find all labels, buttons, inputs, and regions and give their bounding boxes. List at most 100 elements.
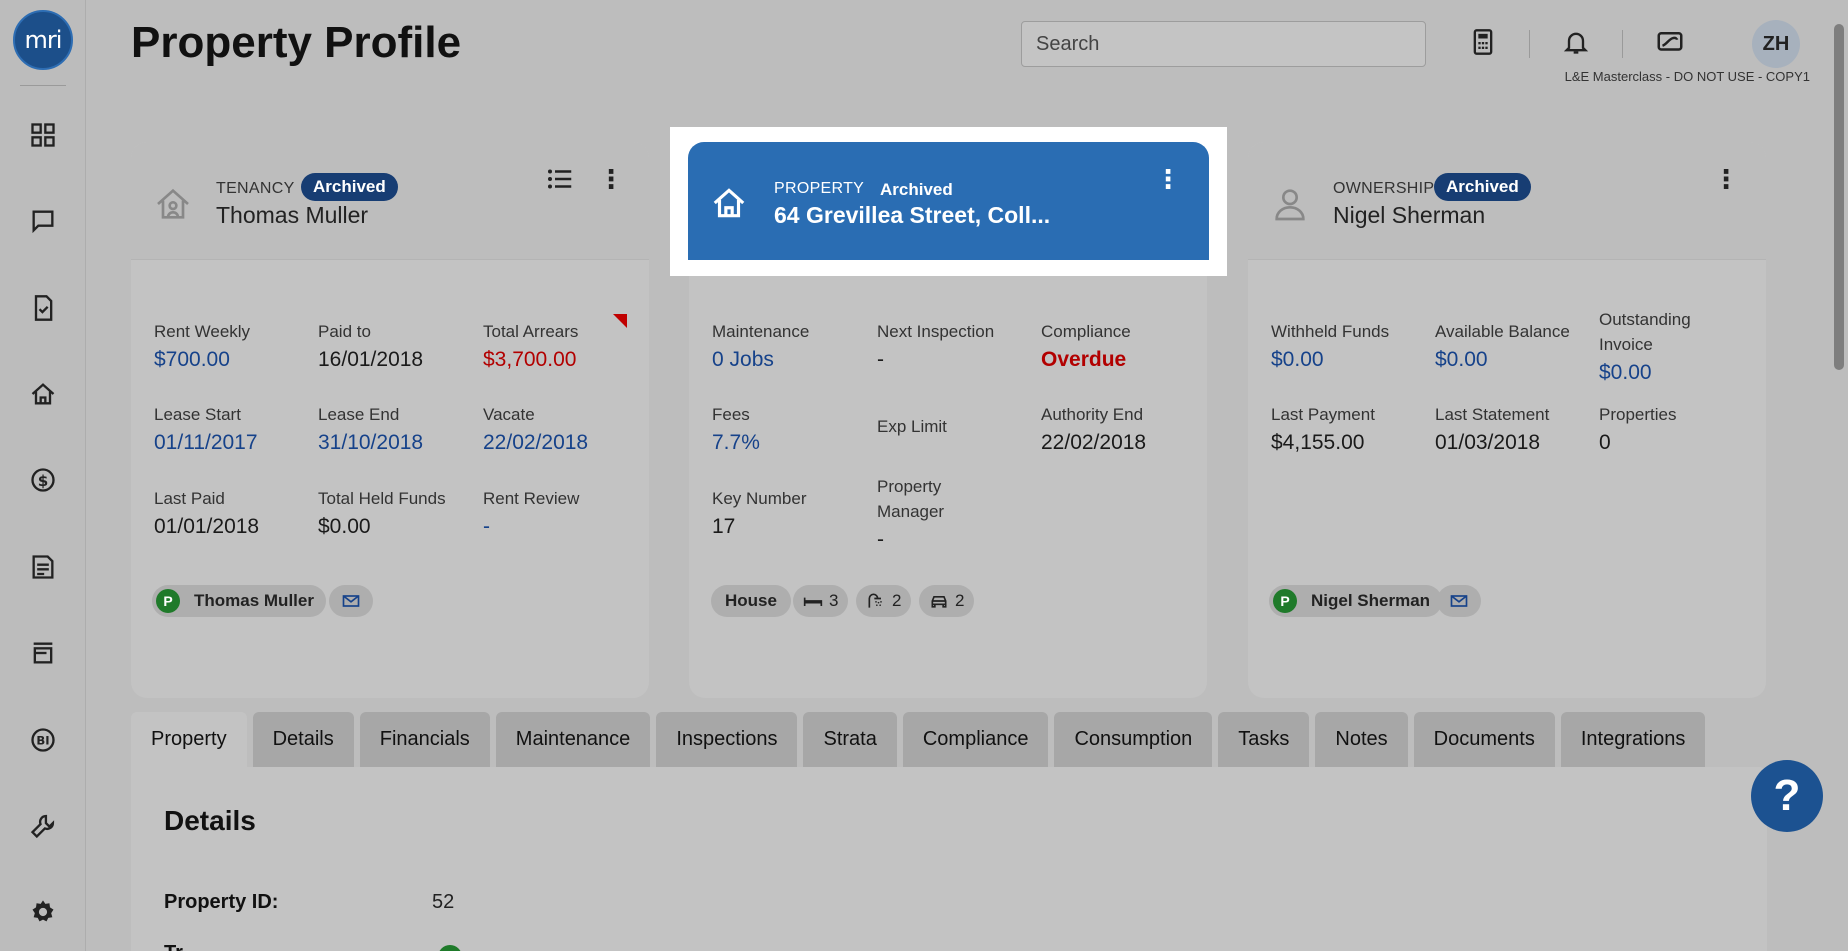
paid-to: Paid to 16/01/2018 <box>318 319 423 372</box>
owner-name[interactable]: Nigel Sherman <box>1333 202 1485 229</box>
bedrooms-chip: 3 <box>793 585 849 617</box>
field-label: Rent Review <box>483 489 580 508</box>
available-balance: Available Balance $0.00 <box>1435 319 1570 372</box>
field-label: Rent Weekly <box>154 322 251 341</box>
details-panel: Details Property ID: 52 Tr... <box>131 767 1767 951</box>
tab-integrations[interactable]: Integrations <box>1560 712 1706 767</box>
scrollbar-thumb[interactable] <box>1834 24 1844 370</box>
tab-compliance[interactable]: Compliance <box>902 712 1049 767</box>
tab-strata[interactable]: Strata <box>803 712 897 767</box>
field-label: Authority End <box>1041 405 1144 424</box>
field-value: $4,155.00 <box>1271 431 1365 454</box>
svg-text:BI: BI <box>36 734 49 748</box>
tab-notes[interactable]: Notes <box>1315 712 1408 767</box>
more-menu-icon[interactable]: ⋮ <box>1154 162 1182 196</box>
property-address[interactable]: 64 Grevillea Street, Coll... <box>774 202 1050 229</box>
property-home-icon <box>713 188 745 218</box>
ownership-card: OWNERSHIP Archived Nigel Sherman ⋮ Withh… <box>1248 142 1766 698</box>
tab-maintenance[interactable]: Maintenance <box>495 712 651 767</box>
tab-inspections[interactable]: Inspections <box>656 712 798 767</box>
field-label: Fees <box>712 405 750 424</box>
tenant-email-button[interactable] <box>329 585 373 617</box>
mri-logo[interactable]: mri <box>13 10 73 70</box>
search-input[interactable] <box>1021 21 1426 67</box>
listings-icon[interactable] <box>25 635 61 671</box>
messages-icon[interactable] <box>25 203 61 239</box>
property-type-chip: House <box>711 585 791 617</box>
field-label: Available Balance <box>1435 322 1570 341</box>
help-button[interactable]: ? <box>1751 760 1823 832</box>
field-value[interactable]: - <box>483 515 579 539</box>
settings-icon[interactable] <box>25 894 61 930</box>
vacate: Vacate 22/02/2018 <box>483 402 588 455</box>
shower-icon <box>868 593 882 608</box>
last-statement: Last Statement 01/03/2018 <box>1435 402 1549 455</box>
field-label: Total Held Funds <box>318 489 446 508</box>
field-value: - <box>877 528 884 551</box>
card-type: PROPERTY <box>774 180 865 197</box>
tasks-icon[interactable] <box>25 290 61 326</box>
bi-icon[interactable]: BI <box>25 722 61 758</box>
sign-icon[interactable] <box>1654 26 1686 58</box>
field-value: - <box>877 348 884 371</box>
tools-icon[interactable] <box>25 808 61 844</box>
property-card-header[interactable]: PROPERTY Archived 64 Grevillea Street, C… <box>688 142 1209 260</box>
dashboard-icon[interactable] <box>25 117 61 153</box>
field-value[interactable]: 0 Jobs <box>712 348 809 372</box>
field-value[interactable]: 22/02/2018 <box>483 431 588 455</box>
ownership-card-header[interactable]: OWNERSHIP Archived Nigel Sherman ⋮ <box>1248 142 1766 260</box>
field-value[interactable]: $700.00 <box>154 348 250 372</box>
property-id-value: 52 <box>432 891 455 913</box>
card-type: OWNERSHIP <box>1333 180 1435 197</box>
financials-icon[interactable]: $ <box>25 462 61 498</box>
calculator-icon[interactable] <box>1467 26 1499 58</box>
outstanding-invoice: Outstanding Invoice $0.00 <box>1599 307 1719 385</box>
more-menu-icon[interactable]: ⋮ <box>597 162 625 196</box>
field-label: Property Manager <box>877 477 945 521</box>
field-label: Next Inspection <box>877 322 995 341</box>
bell-icon[interactable] <box>1560 26 1592 58</box>
status-dot-icon <box>438 945 462 951</box>
field-value[interactable]: 7.7% <box>712 431 760 455</box>
field-value[interactable]: $0.00 <box>1599 361 1719 385</box>
status-badge: Archived <box>880 180 953 199</box>
field-value[interactable]: Overdue <box>1041 348 1131 372</box>
owner-contact-chip[interactable]: P Nigel Sherman <box>1269 585 1443 617</box>
tab-financials[interactable]: Financials <box>359 712 490 767</box>
more-menu-icon[interactable]: ⋮ <box>1712 162 1740 196</box>
car-spaces-chip: 2 <box>919 585 975 617</box>
tenancy-card-header[interactable]: TENANCY Archived Thomas Muller ⋮ <box>131 142 649 260</box>
list-icon[interactable] <box>545 164 575 194</box>
field-value[interactable]: 31/10/2018 <box>318 431 423 455</box>
field-value[interactable]: $0.00 <box>1271 348 1389 372</box>
tab-tasks[interactable]: Tasks <box>1218 712 1310 767</box>
avatar[interactable]: ZH <box>1752 20 1800 68</box>
field-value: 0 <box>1599 431 1611 454</box>
field-value[interactable]: $3,700.00 <box>483 348 578 372</box>
contact-name: Thomas Muller <box>194 591 314 610</box>
owner-email-button[interactable] <box>1437 585 1481 617</box>
field-value[interactable]: 01/11/2017 <box>154 431 258 455</box>
field-label: Maintenance <box>712 322 810 341</box>
field-label: Total Arrears <box>483 322 579 341</box>
arrears-flag-icon <box>613 314 627 328</box>
tenant-name[interactable]: Thomas Muller <box>216 202 368 229</box>
tenant-contact-chip[interactable]: P Thomas Muller <box>152 585 326 617</box>
authority-end: Authority End 22/02/2018 <box>1041 402 1146 455</box>
logo-text: mri <box>24 26 63 54</box>
tab-documents[interactable]: Documents <box>1413 712 1555 767</box>
sidebar: mri $ BI <box>0 0 86 951</box>
withheld-funds: Withheld Funds $0.00 <box>1271 319 1389 372</box>
tab-property[interactable]: Property <box>131 712 247 767</box>
total-held-funds: Total Held Funds $0.00 <box>318 486 446 539</box>
field-label: Lease Start <box>154 405 241 424</box>
divider <box>20 85 66 86</box>
tab-details[interactable]: Details <box>252 712 354 767</box>
owner-person-icon <box>1275 189 1305 221</box>
properties-icon[interactable] <box>25 376 61 412</box>
reports-icon[interactable] <box>25 549 61 585</box>
property-type: House <box>725 591 777 610</box>
last-paid: Last Paid 01/01/2018 <box>154 486 259 539</box>
field-value[interactable]: $0.00 <box>1435 348 1570 372</box>
tab-consumption[interactable]: Consumption <box>1054 712 1213 767</box>
